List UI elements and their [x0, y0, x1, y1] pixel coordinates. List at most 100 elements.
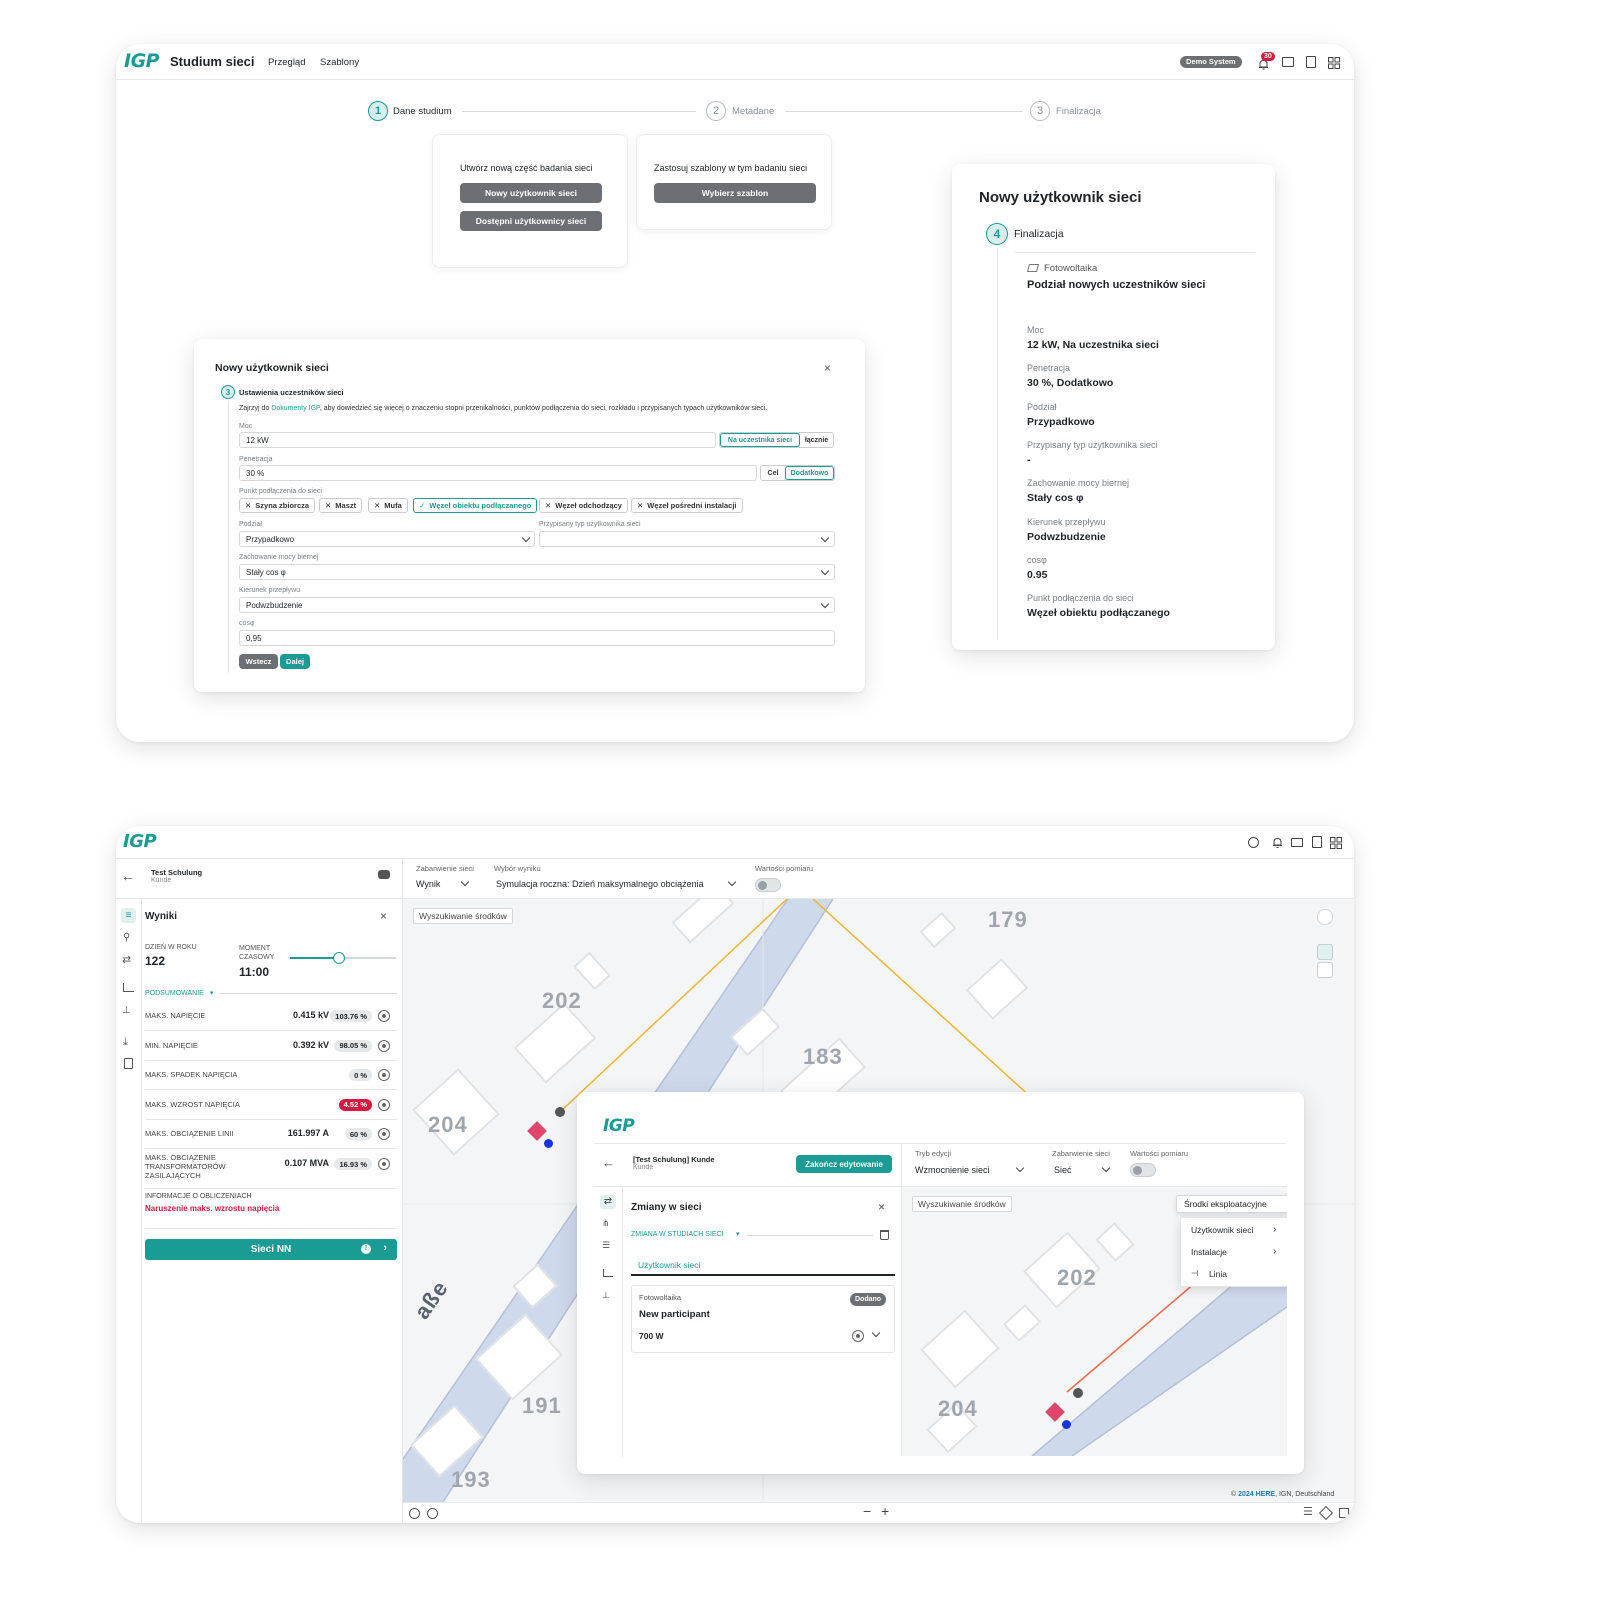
locate-target-icon[interactable] — [378, 1128, 390, 1141]
time-slider-thumb[interactable] — [332, 952, 345, 964]
swap-icon[interactable]: ⇄ — [122, 953, 131, 966]
chip-connected-object-node[interactable]: ✓ Węzeł obiektu podłączanego — [413, 498, 538, 513]
apps-grid-icon[interactable] — [1328, 56, 1340, 69]
colouring-select[interactable]: Wynik — [416, 879, 440, 889]
edit-mode-select[interactable]: Wzmocnienie sieci — [915, 1165, 990, 1175]
igp-logo[interactable]: IGP — [603, 1116, 635, 1136]
target-option[interactable]: Cel — [761, 466, 785, 480]
grid-node-icon[interactable] — [555, 1107, 565, 1117]
igp-docs-link[interactable]: Dokumenty IGP — [271, 405, 320, 412]
new-network-user-button[interactable]: Nowy użytkownik sieci — [460, 183, 602, 203]
result-selection-select[interactable]: Symulacja roczna: Dzień maksymalnego obc… — [496, 879, 704, 889]
locate-target-icon[interactable] — [378, 1069, 390, 1082]
back-button[interactable]: Wstecz — [239, 654, 278, 669]
locate-target-icon[interactable] — [378, 1158, 390, 1170]
chip-mast[interactable]: ✕ Maszt — [319, 498, 363, 513]
assigned-type-select[interactable] — [539, 531, 835, 547]
results-icon[interactable]: ≡ — [121, 908, 136, 923]
trash-icon[interactable] — [880, 1230, 889, 1240]
hierarchy-icon[interactable]: ⊥ — [122, 1005, 131, 1016]
close-icon[interactable]: × — [824, 361, 831, 375]
locate-target-icon[interactable] — [378, 1039, 390, 1052]
cosphi-input[interactable]: 0,95 — [239, 630, 835, 646]
change-item-card[interactable]: Fotowoltaika Dodano New participant 700 … — [631, 1285, 895, 1353]
time-slider-track[interactable] — [290, 952, 396, 964]
locate-target-icon[interactable] — [852, 1330, 864, 1342]
end-editing-button[interactable]: Zakończ edytowanie — [796, 1155, 892, 1173]
chip-busbar[interactable]: ✕ Szyna zbiorcza — [239, 498, 316, 513]
distribution-select[interactable]: Przypadkowo — [239, 531, 535, 547]
nav-templates[interactable]: Szablony — [320, 57, 359, 68]
locate-icon[interactable] — [427, 1508, 438, 1519]
line-chart-icon[interactable] — [603, 1269, 613, 1277]
fullscreen-icon[interactable] — [1339, 1508, 1349, 1518]
hierarchy-icon[interactable]: ⊥ — [602, 1290, 610, 1301]
back-arrow-icon[interactable]: ← — [602, 1155, 615, 1170]
zoom-in-icon[interactable]: + — [881, 1503, 889, 1519]
additional-option[interactable]: Dodatkowo — [785, 466, 834, 480]
locate-target-icon[interactable] — [378, 1010, 390, 1022]
menu-item-installations[interactable]: Instalacje — [1191, 1247, 1227, 1257]
connection-point-icon[interactable] — [544, 1139, 553, 1148]
inner-map-canvas[interactable]: 202 204 Wyszukiwanie środków Środki eksp… — [902, 1187, 1287, 1456]
mail-icon[interactable] — [1291, 838, 1303, 847]
locate-target-icon[interactable] — [378, 1098, 390, 1111]
lv-networks-button[interactable]: Sieci NN ! › — [145, 1239, 397, 1260]
chip-intermediate-node[interactable]: ✕ Węzeł pośredni instalacji — [631, 498, 743, 513]
network-nodes-icon[interactable]: ⋔ — [602, 1218, 610, 1229]
mail-icon[interactable] — [1282, 57, 1294, 67]
menu-item-network-user[interactable]: Użytkownik sieci — [1191, 1225, 1253, 1235]
per-participant-option[interactable]: Na uczestnika sieci — [720, 433, 800, 447]
inner-measurement-toggle[interactable] — [1130, 1163, 1156, 1177]
changes-section-label[interactable]: ZMIANA W STUDIACH SIECI — [631, 1231, 724, 1238]
choose-template-button[interactable]: Wybierz szablon — [654, 183, 816, 203]
apps-grid-icon[interactable] — [1330, 836, 1342, 854]
line-chart-icon[interactable] — [123, 983, 134, 992]
binoculars-icon[interactable]: ⚲ — [123, 932, 130, 943]
menu-item-line[interactable]: Linia — [1209, 1269, 1227, 1279]
nav-overview[interactable]: Przegląd — [268, 57, 306, 68]
total-option[interactable]: łącznie — [800, 433, 833, 447]
igp-logo[interactable]: IGP — [123, 831, 157, 852]
palette-icon[interactable] — [1317, 909, 1333, 925]
list-icon[interactable]: ☰ — [1303, 1505, 1313, 1518]
search-assets-button[interactable]: Wyszukiwanie środków — [413, 908, 513, 924]
reactive-behaviour-select[interactable]: Stały cos φ — [239, 564, 835, 580]
inner-colouring-select[interactable]: Sieć — [1054, 1165, 1072, 1175]
network-status-icon[interactable] — [378, 870, 390, 879]
connection-point-icon[interactable] — [1062, 1420, 1071, 1429]
chip-joint[interactable]: ✕ Mufa — [368, 498, 408, 513]
chip-outgoing-node[interactable]: ✕ Węzeł odchodzący — [539, 498, 628, 513]
globe-icon[interactable] — [409, 1508, 420, 1519]
measurement-toggle[interactable] — [755, 878, 781, 892]
grid-node-icon[interactable] — [1073, 1388, 1083, 1398]
penetration-input[interactable]: 30 % — [239, 465, 757, 481]
bell-icon[interactable] — [1272, 836, 1283, 854]
available-network-users-button[interactable]: Dostępni użytkownicy sieci — [460, 211, 602, 231]
tab-network-user[interactable]: Użytkownik sieci — [638, 1260, 700, 1270]
assets-button[interactable]: Środki eksploatacyjne — [1176, 1195, 1287, 1213]
download-icon[interactable]: ⤓ — [123, 1036, 128, 1049]
back-arrow-icon[interactable]: ← — [121, 868, 135, 884]
layers-icon[interactable] — [1318, 1505, 1334, 1521]
close-icon[interactable]: × — [380, 909, 387, 923]
attribution-link[interactable]: 2024 HERE — [1238, 1491, 1275, 1498]
chevron-down-icon[interactable] — [871, 1328, 881, 1338]
zoom-out-icon[interactable]: − — [863, 1503, 871, 1519]
map-view-icon[interactable] — [1317, 944, 1333, 960]
close-icon[interactable]: × — [878, 1200, 885, 1214]
summary-label[interactable]: PODSUMOWANIE — [145, 990, 204, 997]
palette-icon[interactable] — [1248, 837, 1259, 848]
document-icon[interactable] — [1312, 836, 1322, 848]
flow-direction-select[interactable]: Podwzbudzenie — [239, 597, 835, 613]
filter-list-icon[interactable]: ☰ — [602, 1240, 610, 1251]
next-button[interactable]: Dalej — [280, 654, 310, 669]
calculator-icon[interactable] — [124, 1058, 133, 1069]
igp-logo[interactable]: IGP — [124, 50, 160, 72]
inner-search-assets-button[interactable]: Wyszukiwanie środków — [912, 1196, 1012, 1212]
swap-icon[interactable]: ⇄ — [600, 1195, 616, 1209]
header-rule — [593, 1143, 1287, 1144]
power-input[interactable]: 12 kW — [239, 432, 716, 448]
document-icon[interactable] — [1306, 56, 1316, 68]
hierarchy-view-icon[interactable] — [1317, 962, 1333, 978]
